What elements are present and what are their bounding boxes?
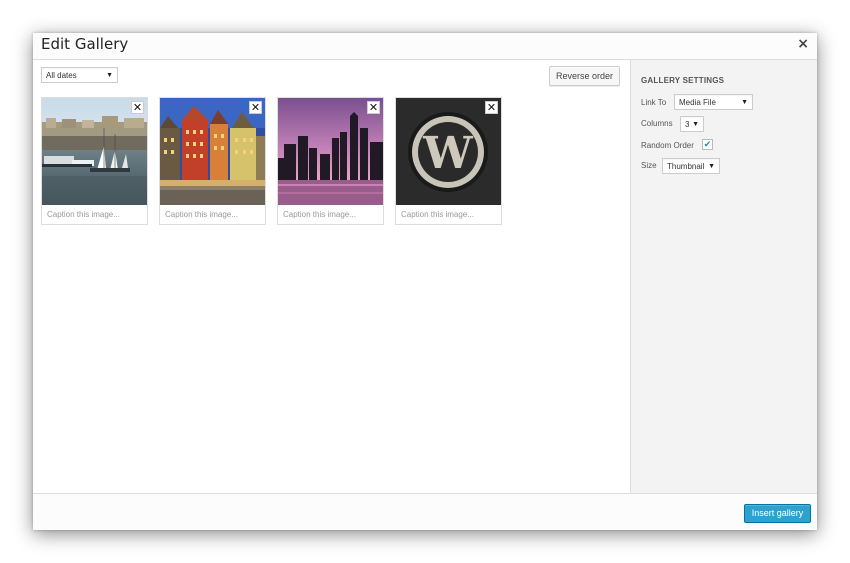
modal-footer: Insert gallery [33,493,817,530]
gallery-item[interactable]: ✕ Caption this image... [41,97,148,225]
svg-text:W: W [422,128,473,179]
modal-header: Edit Gallery × [33,33,817,60]
thumbnail-image-houses[interactable] [160,98,265,205]
remove-image-icon[interactable]: ✕ [367,101,380,114]
caption-field[interactable]: Caption this image... [283,210,356,219]
settings-title: GALLERY SETTINGS [641,76,725,85]
gallery-item[interactable]: W ✕ Caption this image... [395,97,502,225]
chevron-down-icon: ▼ [106,72,113,79]
chevron-down-icon: ▼ [708,163,715,170]
remove-image-icon[interactable]: ✕ [131,101,144,114]
thumbnail-image-wordpress-logo[interactable]: W [396,98,501,205]
columns-value: 3 [685,120,690,129]
remove-image-icon[interactable]: ✕ [249,101,262,114]
chevron-down-icon: ▼ [741,99,748,106]
thumbnail-image-harbor[interactable] [42,98,147,205]
gallery-item[interactable]: ✕ Caption this image... [159,97,266,225]
random-order-label: Random Order [641,141,694,150]
gallery-settings-sidebar: GALLERY SETTINGS Link To Media File ▼ Co… [630,60,817,494]
modal-title: Edit Gallery [41,35,129,53]
columns-label: Columns [641,119,673,128]
link-to-value: Media File [679,98,716,107]
date-filter-value: All dates [46,71,77,80]
size-label: Size [641,161,657,170]
link-to-select[interactable]: Media File ▼ [674,94,753,110]
date-filter-select[interactable]: All dates ▼ [41,67,118,83]
caption-field[interactable]: Caption this image... [165,210,238,219]
size-select[interactable]: Thumbnail ▼ [662,158,720,174]
gallery-content: All dates ▼ Reverse order ✕ Caption this… [33,60,630,494]
caption-field[interactable]: Caption this image... [47,210,120,219]
columns-select[interactable]: 3 ▼ [680,116,704,132]
random-order-checkbox[interactable]: ✔ [702,139,713,150]
link-to-label: Link To [641,98,667,107]
remove-image-icon[interactable]: ✕ [485,101,498,114]
thumbnail-image-skyline[interactable] [278,98,383,205]
insert-gallery-button[interactable]: Insert gallery [744,504,811,523]
edit-gallery-modal: Edit Gallery × All dates ▼ Reverse order [33,33,817,530]
caption-field[interactable]: Caption this image... [401,210,474,219]
chevron-down-icon: ▼ [692,121,699,128]
gallery-item[interactable]: ✕ Caption this image... [277,97,384,225]
reverse-order-button[interactable]: Reverse order [549,66,620,86]
close-icon[interactable]: × [797,36,809,52]
size-value: Thumbnail [667,162,705,171]
